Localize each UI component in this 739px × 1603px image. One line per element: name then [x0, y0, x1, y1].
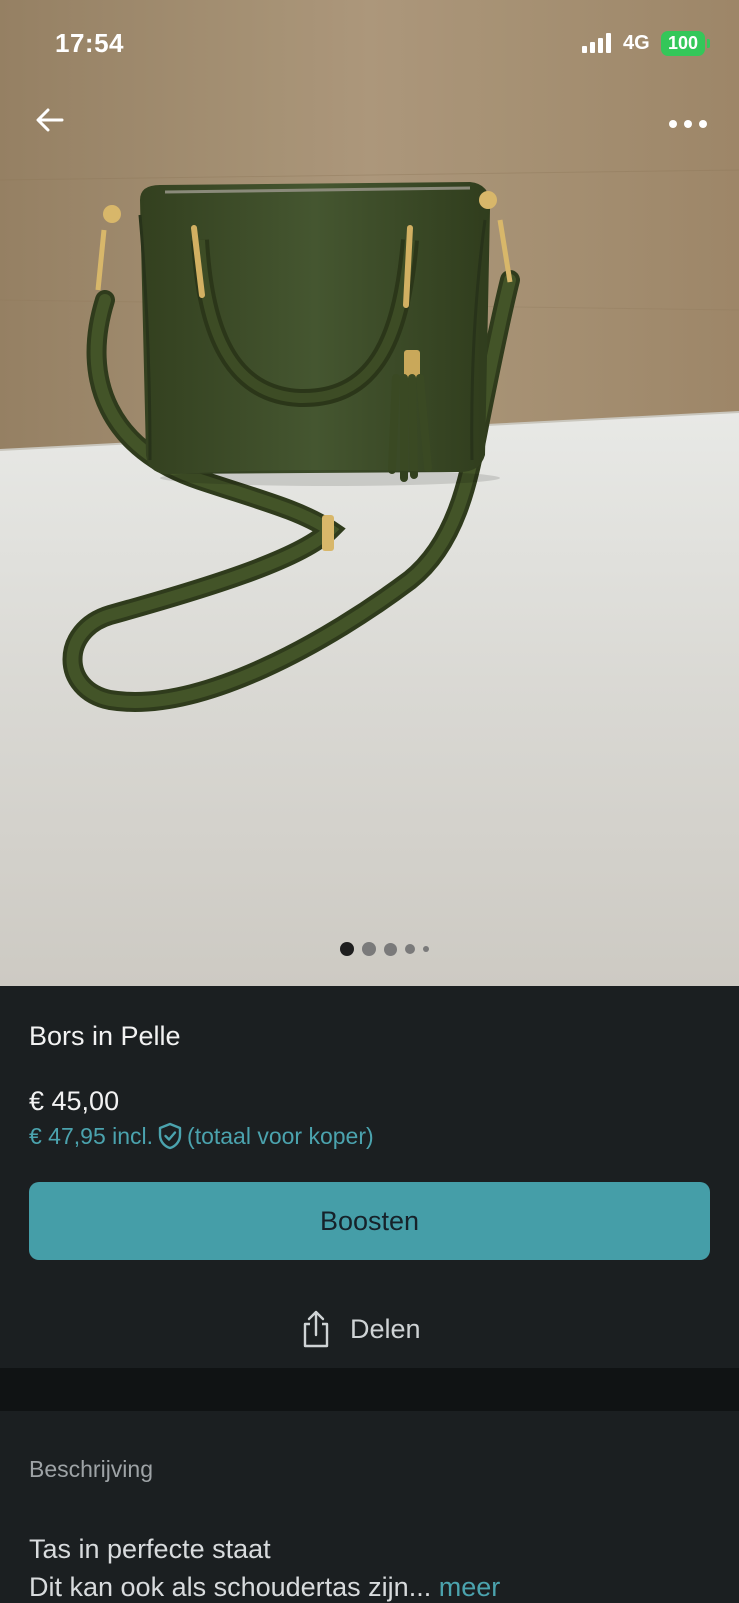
status-time: 17:54: [55, 28, 124, 58]
network-type: 4G: [623, 32, 650, 54]
gallery-dot[interactable]: [362, 942, 376, 956]
description-text-line1: Tas in perfecte staat: [29, 1534, 271, 1564]
battery-tip: [707, 39, 710, 48]
description-text-line2-text: Dit kan ook als schoudertas zijn...: [29, 1572, 432, 1602]
product-photo[interactable]: 17:54 4G 100: [0, 0, 739, 986]
boost-button-label: Boosten: [319, 1205, 420, 1236]
item-price: € 45,00: [29, 1086, 120, 1116]
status-bar: 17:54 4G 100: [0, 0, 739, 90]
more-dots-icon: [669, 120, 707, 128]
price-incl-protection[interactable]: € 47,95 incl. (totaal voor koper): [29, 1122, 374, 1150]
battery-icon: 100: [661, 31, 705, 56]
boost-button[interactable]: Boosten: [29, 1182, 710, 1260]
shield-check-icon: [158, 1122, 182, 1150]
gallery-dot[interactable]: [384, 942, 397, 956]
gallery-pagination[interactable]: [340, 942, 429, 956]
back-button[interactable]: [26, 96, 74, 144]
arrow-left-icon: [36, 108, 64, 132]
gallery-dot[interactable]: [405, 944, 415, 954]
item-title: Bors in Pelle: [29, 1021, 181, 1051]
share-button-label: Delen: [350, 1313, 421, 1344]
price-incl-amount: € 47,95 incl.: [29, 1122, 154, 1149]
gallery-dot[interactable]: [423, 946, 429, 952]
description-more-link[interactable]: meer: [439, 1572, 501, 1602]
share-button[interactable]: Delen: [300, 1304, 421, 1354]
battery-level: 100: [667, 33, 699, 53]
gallery-dot[interactable]: [340, 942, 354, 956]
description-text-line2: Dit kan ook als schoudertas zijn... meer: [29, 1572, 500, 1603]
more-options-button[interactable]: [662, 100, 714, 148]
description-heading: Beschrijving: [29, 1456, 153, 1482]
price-incl-note: (totaal voor koper): [187, 1122, 374, 1149]
section-divider: [0, 1368, 739, 1411]
signal-icon: [582, 33, 611, 53]
share-icon: [303, 1310, 329, 1348]
product-image: [0, 0, 739, 986]
